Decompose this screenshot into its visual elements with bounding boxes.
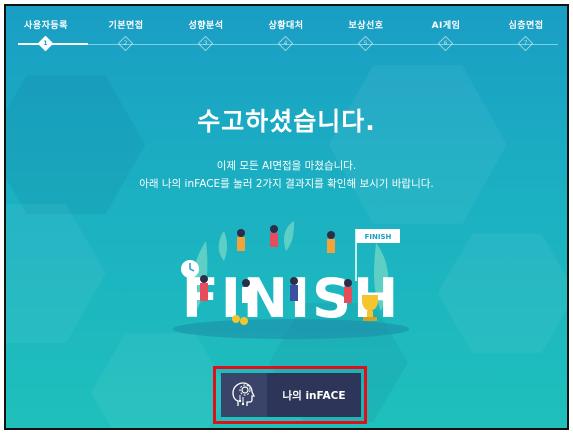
step-number-1: 1	[43, 40, 48, 47]
completion-message-line2: 아래 나의 inFACE를 눌러 2가지 결과지를 확인해 보시기 바랍니다.	[139, 178, 434, 190]
step-label-deep-interview[interactable]: 심층면접	[491, 18, 561, 31]
step-number-2: 2	[123, 40, 128, 47]
finish-illustration: FINISH FINISH	[173, 221, 409, 339]
finish-flag-text: FINISH	[365, 233, 392, 241]
app-frame: 사용자등록 1 기본면접 2 성향분석 3 상황대처 4 보상선호 5 AI게임…	[4, 4, 569, 430]
my-inface-label: 나의 inFACE	[282, 389, 346, 402]
step-label-situation-response[interactable]: 상황대처	[251, 18, 321, 31]
step-navigation: 사용자등록 1 기본면접 2 성향분석 3 상황대처 4 보상선호 5 AI게임…	[6, 6, 567, 64]
hexagon-background	[6, 65, 567, 428]
step-label-reward-preference[interactable]: 보상선호	[331, 18, 401, 31]
step-number-5: 5	[363, 40, 368, 47]
step-number-7: 7	[523, 40, 528, 47]
step-label-personality-analysis[interactable]: 성향분석	[171, 18, 241, 31]
step-label-ai-game[interactable]: AI게임	[411, 18, 481, 31]
page-title: 수고하셨습니다.	[197, 107, 376, 136]
step-label-user-registration[interactable]: 사용자등록	[11, 18, 81, 31]
step-number-4: 4	[283, 40, 288, 47]
step-label-basic-interview[interactable]: 기본면접	[91, 18, 161, 31]
step-track-line	[88, 44, 558, 45]
step-number-6: 6	[443, 40, 448, 47]
ai-head-gear-icon	[221, 373, 267, 417]
step-number-3: 3	[203, 40, 208, 47]
my-inface-button[interactable]: 나의 inFACE	[221, 373, 361, 417]
completion-message-line1: 이제 모든 AI면접을 마쳤습니다.	[216, 160, 357, 172]
